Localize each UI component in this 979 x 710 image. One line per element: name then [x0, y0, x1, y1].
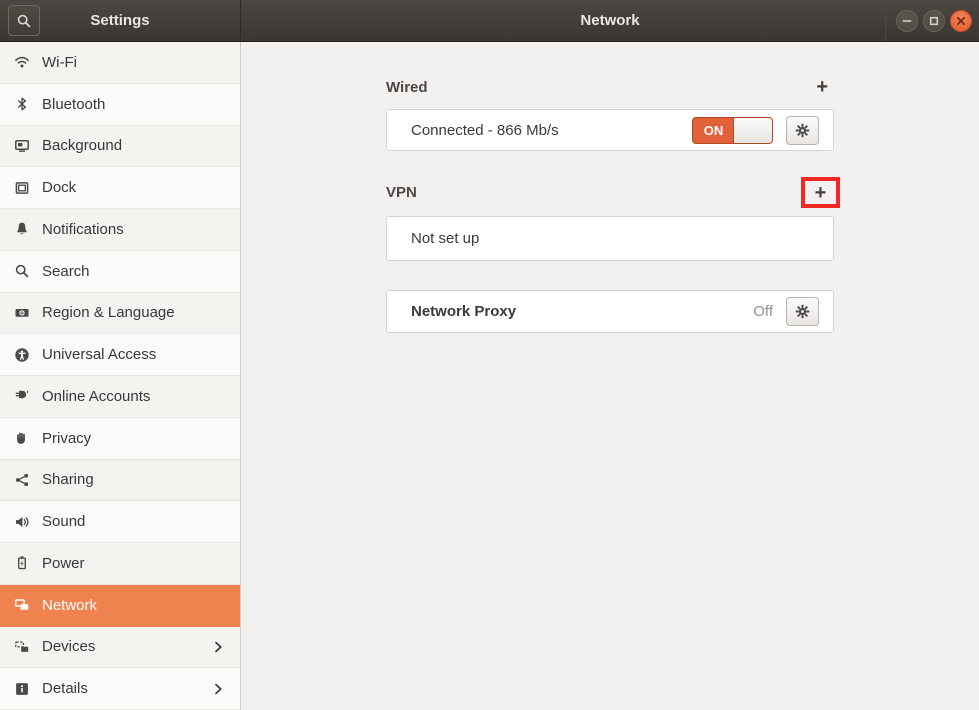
headerbar-left: Settings: [0, 0, 241, 41]
sidebar-item-label: Devices: [42, 638, 95, 655]
dock-icon: [14, 180, 30, 196]
sidebar-item-label: Background: [42, 137, 122, 154]
maximize-icon: [926, 13, 942, 29]
flag-icon: [14, 305, 30, 321]
headerbar: Settings Network: [0, 0, 979, 42]
proxy-state: Off: [753, 303, 773, 320]
sidebar-item-search[interactable]: Search: [0, 251, 240, 293]
sidebar-item-label: Bluetooth: [42, 96, 105, 113]
sidebar-item-label: Wi-Fi: [42, 54, 77, 71]
hand-icon: [14, 430, 30, 446]
minimize-icon: [899, 13, 915, 29]
wired-status: Connected - 866 Mb/s: [411, 122, 559, 139]
window-title-left: Settings: [90, 12, 149, 29]
sidebar-item-sound[interactable]: Sound: [0, 501, 240, 543]
sidebar-item-devices[interactable]: Devices: [0, 627, 240, 669]
online-accounts-icon: [14, 388, 30, 404]
settings-window: Settings Network Wi-Fi Bluetooth Backgroun…: [0, 0, 979, 710]
sidebar-item-label: Online Accounts: [42, 388, 150, 405]
sidebar-item-sharing[interactable]: Sharing: [0, 460, 240, 502]
wired-card: Connected - 866 Mb/s ON: [386, 109, 834, 151]
sidebar-item-label: Privacy: [42, 430, 91, 447]
sidebar-item-label: Region & Language: [42, 304, 175, 321]
toggle-knob: [733, 118, 772, 143]
background-icon: [14, 138, 30, 154]
network-proxy-card: Network Proxy Off: [386, 290, 834, 333]
sidebar-item-label: Search: [42, 263, 90, 280]
sidebar-item-label: Power: [42, 555, 85, 572]
sidebar-item-label: Sound: [42, 513, 85, 530]
info-icon: [14, 681, 30, 697]
add-vpn-button[interactable]: +: [815, 183, 827, 203]
close-button[interactable]: [950, 10, 972, 32]
wired-settings-button[interactable]: [786, 116, 819, 145]
minimize-button[interactable]: [896, 10, 918, 32]
search-button[interactable]: [8, 5, 40, 36]
chevron-right-icon: [210, 681, 226, 697]
page-title: Network: [580, 12, 639, 29]
battery-icon: [14, 555, 30, 571]
sidebar-item-details[interactable]: Details: [0, 668, 240, 710]
sidebar-item-online-accounts[interactable]: Online Accounts: [0, 376, 240, 418]
sidebar-item-bluetooth[interactable]: Bluetooth: [0, 84, 240, 126]
search-icon: [14, 263, 30, 279]
sidebar-item-label: Dock: [42, 179, 76, 196]
sidebar-item-background[interactable]: Background: [0, 126, 240, 168]
maximize-button[interactable]: [923, 10, 945, 32]
speaker-icon: [14, 514, 30, 530]
proxy-title: Network Proxy: [411, 303, 516, 320]
magnifier-icon: [16, 13, 32, 29]
sidebar-item-dock[interactable]: Dock: [0, 167, 240, 209]
wired-title: Wired: [386, 79, 428, 96]
sidebar-item-label: Universal Access: [42, 346, 156, 363]
gear-icon: [794, 303, 811, 320]
devices-icon: [14, 639, 30, 655]
share-icon: [14, 472, 30, 488]
sidebar-item-label: Notifications: [42, 221, 124, 238]
network-icon: [14, 597, 30, 613]
sidebar-item-wifi[interactable]: Wi-Fi: [0, 42, 240, 84]
wired-section-header: Wired +: [386, 76, 834, 98]
sidebar-item-universal-access[interactable]: Universal Access: [0, 334, 240, 376]
accessibility-icon: [14, 347, 30, 363]
app-body: Wi-Fi Bluetooth Background Dock Notification…: [0, 42, 979, 710]
vpn-section-header: VPN +: [386, 177, 834, 208]
sidebar-item-notifications[interactable]: Notifications: [0, 209, 240, 251]
gear-icon: [794, 122, 811, 139]
sidebar-item-region-language[interactable]: Region & Language: [0, 293, 240, 335]
vpn-card: Not set up: [386, 216, 834, 261]
toggle-on-label: ON: [693, 118, 734, 143]
content-column: Wired + Connected - 866 Mb/s ON VPN: [386, 76, 834, 333]
wifi-icon: [14, 54, 30, 70]
sidebar-item-network[interactable]: Network: [0, 585, 240, 627]
sidebar: Wi-Fi Bluetooth Background Dock Notification…: [0, 42, 241, 710]
sidebar-item-label: Details: [42, 680, 88, 697]
main-content: Wired + Connected - 866 Mb/s ON VPN: [241, 42, 979, 710]
proxy-settings-button[interactable]: [786, 297, 819, 326]
window-controls: [885, 0, 972, 41]
wired-toggle[interactable]: ON: [692, 117, 773, 144]
sidebar-item-power[interactable]: Power: [0, 543, 240, 585]
annotation-highlight: +: [801, 177, 840, 208]
sidebar-item-label: Sharing: [42, 471, 94, 488]
sidebar-item-label: Network: [42, 597, 97, 614]
headerbar-right: Network: [241, 0, 979, 41]
close-icon: [953, 13, 969, 29]
add-wired-button[interactable]: +: [810, 77, 834, 97]
vpn-status: Not set up: [411, 230, 479, 247]
vpn-title: VPN: [386, 184, 417, 201]
bluetooth-icon: [14, 96, 30, 112]
chevron-right-icon: [210, 639, 226, 655]
bell-icon: [14, 221, 30, 237]
sidebar-item-privacy[interactable]: Privacy: [0, 418, 240, 460]
